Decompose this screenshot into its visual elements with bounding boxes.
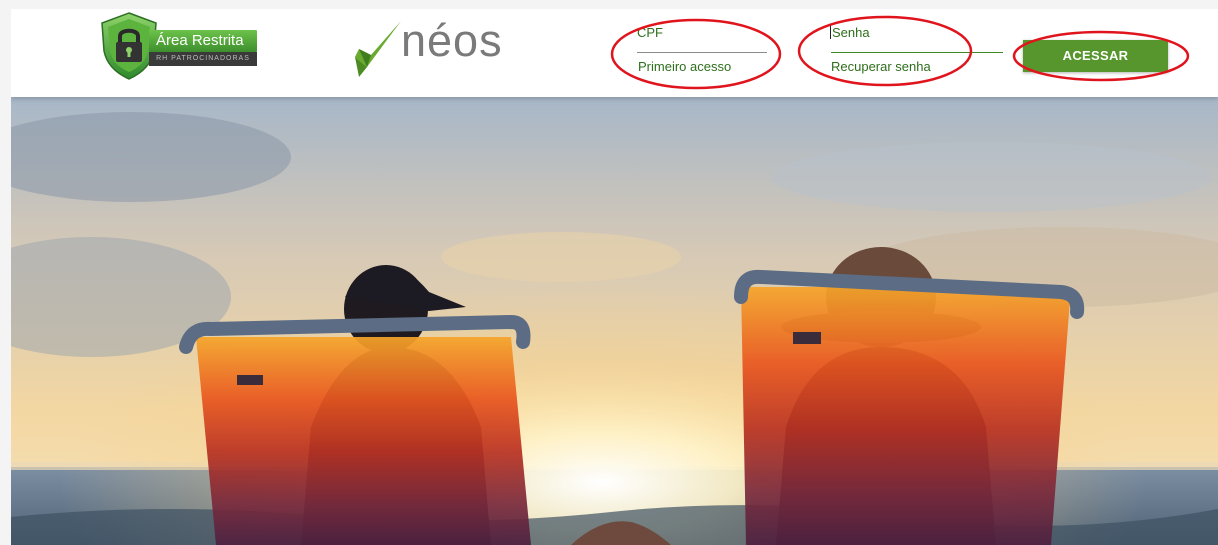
- recuperar-senha-link[interactable]: Recuperar senha: [831, 59, 931, 74]
- checkmark-icon: [355, 21, 401, 77]
- acessar-button[interactable]: ACESSAR: [1023, 40, 1168, 72]
- hero-beach-photo: [11, 97, 1218, 545]
- cpf-label: CPF: [637, 25, 663, 40]
- area-restrita-subtitle: RH PATROCINADORAS: [149, 52, 257, 66]
- cpf-input-underline[interactable]: [637, 52, 767, 53]
- text-cursor: [830, 25, 831, 39]
- brand-name: néos: [401, 15, 503, 66]
- senha-label: Senha: [830, 25, 870, 40]
- senha-label-text: Senha: [832, 25, 870, 40]
- neos-logo[interactable]: néos: [353, 13, 513, 77]
- area-restrita-title: Área Restrita: [149, 30, 257, 52]
- area-restrita-logo[interactable]: Área Restrita RH PATROCINADORAS: [94, 11, 269, 80]
- senha-input-underline[interactable]: [831, 52, 1003, 53]
- primeiro-acesso-link[interactable]: Primeiro acesso: [638, 59, 731, 74]
- top-header: Área Restrita RH PATROCINADORAS néos CPF…: [11, 9, 1218, 97]
- page-frame: Área Restrita RH PATROCINADORAS néos CPF…: [11, 9, 1218, 545]
